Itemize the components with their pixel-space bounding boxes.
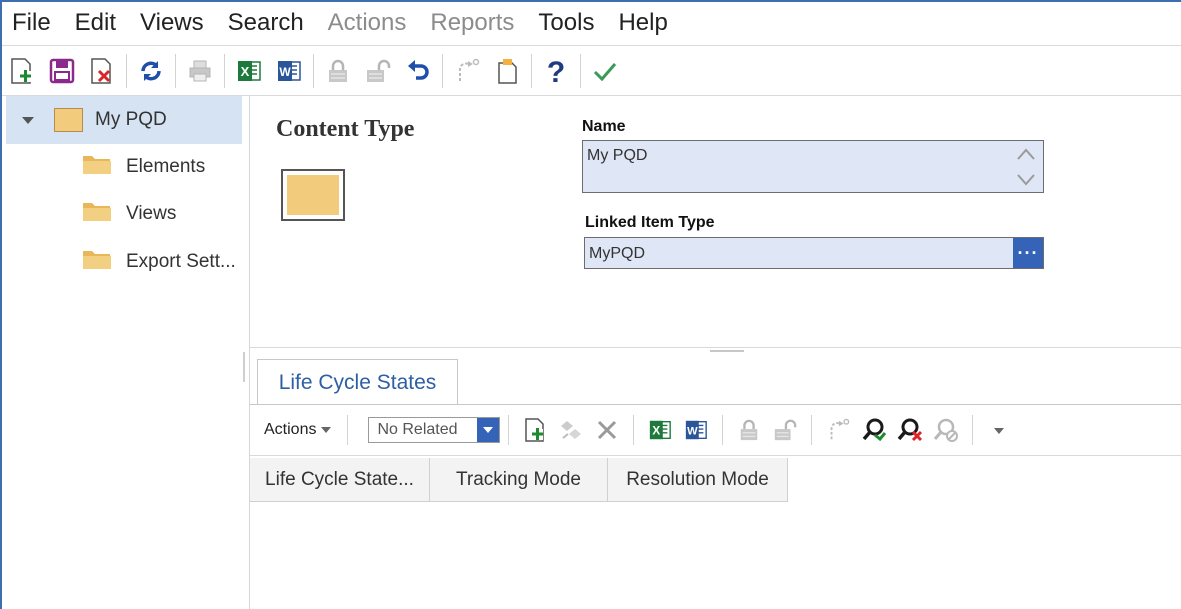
folder-icon (82, 200, 112, 228)
navigation-tree: My PQD Elements Views Export Sett... (2, 96, 250, 609)
menu-actions[interactable]: Actions (316, 9, 419, 37)
toolbar-separator (224, 54, 225, 88)
dropdown-arrow-icon[interactable] (477, 418, 500, 442)
tree-item-export-settings[interactable]: Export Sett... (82, 247, 236, 277)
content-type-heading: Content Type (276, 116, 415, 142)
tree-item-label: Elements (126, 156, 206, 177)
tree-item-label: Export Sett... (126, 251, 236, 272)
refresh-icon[interactable] (131, 51, 171, 91)
toolbar-separator (531, 54, 532, 88)
new-icon[interactable] (2, 51, 42, 91)
tree-item-elements[interactable]: Elements (82, 152, 205, 182)
tree-root-label: My PQD (95, 109, 167, 130)
toolbar-separator (722, 415, 724, 445)
name-field[interactable]: My PQD (582, 140, 1044, 193)
revise-row-icon[interactable] (820, 412, 856, 448)
actions-label: Actions (264, 421, 317, 438)
word-export-icon[interactable]: W (678, 412, 714, 448)
linked-item-type-label: Linked Item Type (585, 214, 715, 231)
help-icon[interactable]: ? (536, 51, 576, 91)
toolbar-separator (175, 54, 176, 88)
splitter-grip[interactable] (710, 350, 744, 352)
tree-item-label: Views (126, 203, 177, 224)
main-toolbar: X W ? (2, 48, 1181, 94)
toolbar-separator (972, 415, 974, 445)
tab-life-cycle-states[interactable]: Life Cycle States (257, 359, 458, 405)
lock-row-icon[interactable] (731, 412, 767, 448)
vertical-splitter[interactable] (243, 352, 245, 382)
menu-file[interactable]: File (2, 9, 63, 37)
overflow-caret-icon[interactable] (981, 412, 1017, 448)
menu-search[interactable]: Search (216, 9, 316, 37)
remove-row-icon[interactable] (589, 412, 625, 448)
find-related-icon[interactable] (856, 412, 892, 448)
excel-export-icon[interactable]: X (642, 412, 678, 448)
unlock-row-icon[interactable] (767, 412, 803, 448)
excel-icon[interactable]: X (229, 51, 269, 91)
toolbar-separator (347, 415, 349, 445)
caret-down-icon (321, 427, 332, 433)
column-header-tracking-mode[interactable]: Tracking Mode (430, 458, 608, 502)
lock-icon[interactable] (318, 51, 358, 91)
content-type-color-swatch[interactable] (281, 169, 345, 221)
linked-item-type-field[interactable]: MyPQD ··· (584, 237, 1044, 269)
menu-help[interactable]: Help (606, 9, 679, 37)
unlock-icon[interactable] (358, 51, 398, 91)
svg-text:X: X (241, 64, 250, 79)
expand-triangle-icon[interactable] (22, 116, 34, 124)
print-icon[interactable] (180, 51, 220, 91)
folder-icon (82, 153, 112, 181)
relation-filter-value: No Related (377, 421, 458, 438)
save-icon[interactable] (42, 51, 82, 91)
word-icon[interactable]: W (269, 51, 309, 91)
copy-icon[interactable] (487, 51, 527, 91)
toolbar-separator (508, 415, 510, 445)
toolbar-separator (126, 54, 127, 88)
horizontal-splitter (250, 347, 1181, 348)
check-icon[interactable] (585, 51, 625, 91)
menu-tools[interactable]: Tools (526, 9, 606, 37)
name-label: Name (582, 118, 626, 135)
svg-text:W: W (279, 65, 291, 79)
column-header-resolution-mode[interactable]: Resolution Mode (608, 458, 788, 502)
tree-item-views[interactable]: Views (82, 199, 176, 229)
svg-text:W: W (688, 426, 699, 438)
swatch-fill (287, 175, 339, 215)
revise-icon[interactable] (447, 51, 487, 91)
svg-text:X: X (653, 424, 661, 438)
toolbar-separator (811, 415, 813, 445)
folder-icon (82, 248, 112, 276)
chevron-up-icon (1017, 148, 1035, 160)
clear-search-icon[interactable] (892, 412, 928, 448)
menu-edit[interactable]: Edit (63, 9, 128, 37)
chevron-down-icon (1017, 174, 1035, 186)
relation-filter-select[interactable]: No Related (368, 417, 501, 443)
content-type-color-icon (54, 108, 83, 132)
relationship-toolbar: Actions No Related X W (250, 405, 1181, 456)
disabled-search-icon[interactable] (928, 412, 964, 448)
pick-related-icon[interactable] (553, 412, 589, 448)
linked-item-type-value: MyPQD (589, 245, 645, 262)
svg-text:?: ? (547, 56, 565, 86)
toolbar-separator (442, 54, 443, 88)
menu-reports[interactable]: Reports (418, 9, 526, 37)
add-row-icon[interactable] (517, 412, 553, 448)
close-icon[interactable] (82, 51, 122, 91)
browse-ellipsis-button[interactable]: ··· (1013, 238, 1043, 268)
relationship-grid-header: Life Cycle State... Tracking Mode Resolu… (250, 458, 788, 502)
toolbar-separator (633, 415, 635, 445)
actions-dropdown[interactable]: Actions (264, 421, 332, 439)
toolbar-separator (580, 54, 581, 88)
tree-root-my-pqd[interactable]: My PQD (6, 96, 242, 144)
menu-views[interactable]: Views (128, 9, 216, 37)
name-field-scroll[interactable] (1013, 145, 1039, 189)
toolbar-separator (313, 54, 314, 88)
name-field-value: My PQD (587, 147, 648, 164)
undo-icon[interactable] (398, 51, 438, 91)
column-header-life-cycle-state[interactable]: Life Cycle State... (250, 458, 430, 502)
menu-divider (2, 45, 1181, 46)
menu-bar: File Edit Views Search Actions Reports T… (2, 2, 1181, 44)
